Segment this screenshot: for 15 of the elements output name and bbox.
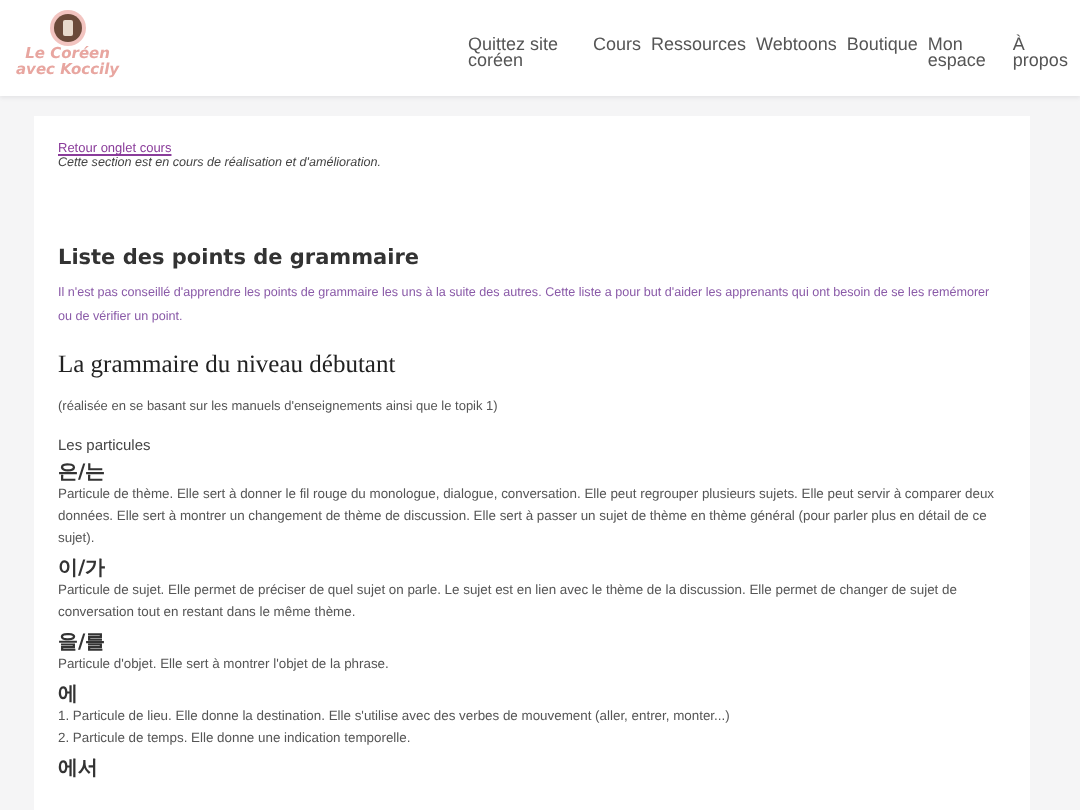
particle-term: 에 bbox=[58, 684, 80, 706]
particle-term: 은/는 bbox=[58, 462, 108, 484]
nav-link[interactable]: À propos bbox=[1012, 35, 1068, 69]
level-heading: La grammaire du niveau débutant bbox=[58, 350, 398, 380]
section-heading: Liste des points de grammaire bbox=[58, 246, 422, 270]
nav-link[interactable]: Ressources bbox=[650, 35, 746, 52]
nav-link[interactable]: Cours bbox=[592, 35, 641, 52]
nav-link[interactable]: Boutique bbox=[846, 35, 918, 52]
particle-term: 에서 bbox=[58, 758, 100, 780]
logo-icon bbox=[49, 10, 86, 46]
nav-link[interactable]: Quittez site coréen bbox=[468, 35, 583, 69]
particle-term: 을/를 bbox=[58, 632, 108, 654]
nav-link[interactable]: Mon espace bbox=[927, 35, 1003, 69]
nav-link[interactable]: Webtoons bbox=[756, 35, 837, 52]
particle-term: 이/가 bbox=[58, 558, 108, 580]
